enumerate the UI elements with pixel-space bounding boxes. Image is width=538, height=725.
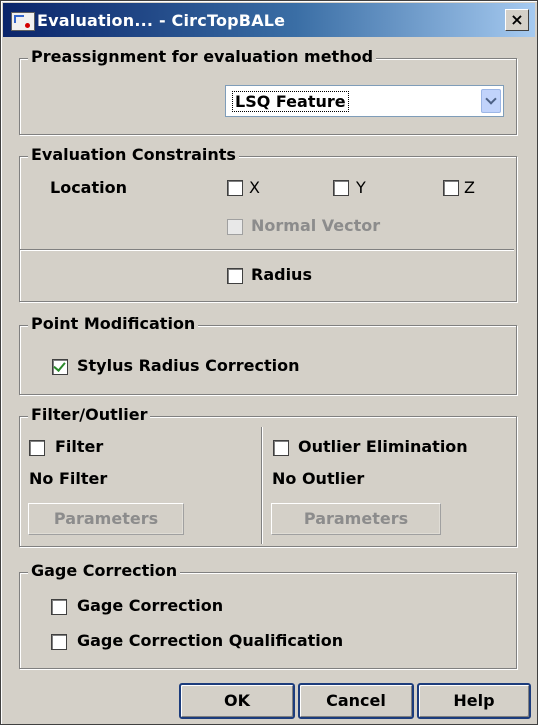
location-label: Location (50, 178, 127, 197)
y-checkbox[interactable] (333, 180, 349, 196)
point-modification-legend: Point Modification (28, 314, 199, 333)
checkmark-icon (53, 359, 66, 372)
normal-vector-label: Normal Vector (251, 216, 381, 235)
y-label[interactable]: Y (356, 178, 366, 197)
radius-checkbox[interactable] (227, 268, 243, 284)
evaluation-constraints-legend: Evaluation Constraints (28, 145, 239, 164)
filter-outlier-divider (261, 427, 263, 544)
outlier-checkbox[interactable] (273, 440, 289, 456)
gage-correction-checkbox[interactable] (51, 599, 67, 615)
x-label[interactable]: X (249, 178, 260, 197)
evaluation-method-value: LSQ Feature (232, 91, 349, 112)
constraints-divider (20, 249, 514, 251)
evaluation-dialog: Evaluation... - CircTopBALe × Preassignm… (0, 0, 538, 725)
gage-correction-qualification-checkbox[interactable] (51, 634, 67, 650)
x-checkbox[interactable] (227, 180, 243, 196)
outlier-label[interactable]: Outlier Elimination (298, 437, 468, 456)
close-button[interactable]: × (505, 9, 529, 31)
radius-label[interactable]: Radius (251, 265, 312, 284)
app-icon (11, 12, 35, 31)
gage-correction-qualification-label[interactable]: Gage Correction Qualification (77, 631, 343, 650)
gage-correction-label[interactable]: Gage Correction (77, 596, 223, 615)
stylus-radius-label[interactable]: Stylus Radius Correction (77, 356, 299, 375)
gage-correction-legend: Gage Correction (28, 561, 181, 580)
filter-status: No Filter (29, 469, 108, 488)
cancel-button[interactable]: Cancel (298, 683, 414, 719)
preassignment-legend: Preassignment for evaluation method (28, 47, 377, 66)
evaluation-method-dropdown[interactable]: LSQ Feature (225, 85, 504, 117)
ok-button[interactable]: OK (179, 683, 295, 719)
chevron-down-icon[interactable] (481, 89, 501, 113)
normal-vector-checkbox (227, 219, 243, 235)
outlier-status: No Outlier (272, 469, 365, 488)
gage-correction-group: Gage Correction (19, 561, 517, 669)
outlier-parameters-button[interactable]: Parameters (271, 503, 441, 535)
title-bar[interactable]: Evaluation... - CircTopBALe × (3, 3, 535, 37)
window-title: Evaluation... - CircTopBALe (37, 11, 286, 30)
filter-checkbox[interactable] (29, 440, 45, 456)
z-label[interactable]: Z (464, 178, 475, 197)
stylus-radius-checkbox[interactable] (52, 359, 68, 375)
filter-label[interactable]: Filter (55, 437, 103, 456)
z-checkbox[interactable] (443, 180, 459, 196)
filter-parameters-button[interactable]: Parameters (28, 503, 184, 535)
help-button[interactable]: Help (417, 683, 531, 719)
filter-outlier-legend: Filter/Outlier (28, 405, 151, 424)
